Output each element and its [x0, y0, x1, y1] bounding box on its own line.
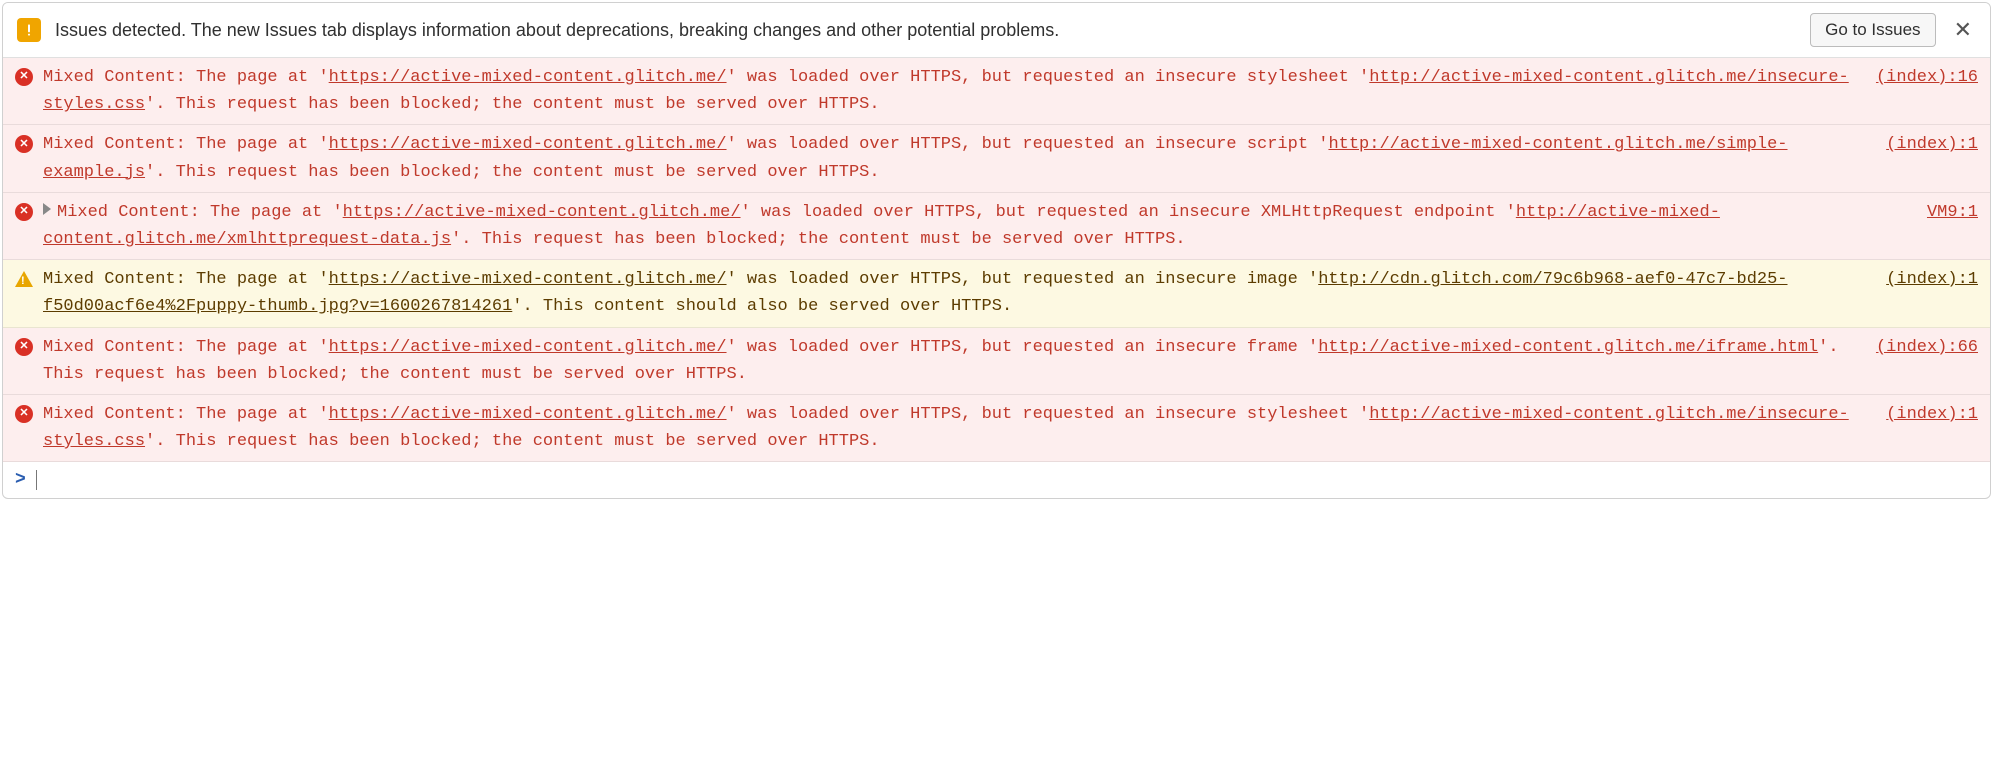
log-text: Mixed Content: The page at '	[43, 338, 329, 357]
log-message: Mixed Content: The page at 'https://acti…	[43, 266, 1866, 320]
console-log-row[interactable]: Mixed Content: The page at 'https://acti…	[3, 58, 1990, 125]
log-text: ' was loaded over HTTPS, but requested a…	[727, 405, 1370, 424]
log-message: Mixed Content: The page at 'https://acti…	[43, 131, 1866, 185]
error-icon	[15, 338, 33, 356]
issues-banner-text: Issues detected. The new Issues tab disp…	[55, 20, 1796, 41]
log-text: '. This request has been blocked; the co…	[145, 163, 880, 182]
log-text: Mixed Content: The page at '	[43, 270, 329, 289]
console-prompt[interactable]: >	[3, 462, 1990, 498]
close-banner-button[interactable]: ✕	[1950, 19, 1976, 41]
log-text: '. This request has been blocked; the co…	[145, 95, 880, 114]
issues-banner: Issues detected. The new Issues tab disp…	[3, 3, 1990, 58]
log-url[interactable]: https://active-mixed-content.glitch.me/	[343, 203, 741, 222]
log-url[interactable]: http://active-mixed-content.glitch.me/if…	[1318, 338, 1818, 357]
error-icon	[15, 68, 33, 86]
error-icon	[15, 405, 33, 423]
log-url[interactable]: https://active-mixed-content.glitch.me/	[329, 405, 727, 424]
go-to-issues-button[interactable]: Go to Issues	[1810, 13, 1935, 47]
log-url[interactable]: https://active-mixed-content.glitch.me/	[329, 270, 727, 289]
log-text: ' was loaded over HTTPS, but requested a…	[727, 68, 1370, 87]
log-text: Mixed Content: The page at '	[57, 203, 343, 222]
log-text: Mixed Content: The page at '	[43, 405, 329, 424]
log-text: '. This request has been blocked; the co…	[451, 230, 1186, 249]
log-text: '. This request has been blocked; the co…	[145, 432, 880, 451]
log-message: Mixed Content: The page at 'https://acti…	[43, 64, 1856, 118]
prompt-caret-icon: >	[15, 470, 26, 490]
log-text: ' was loaded over HTTPS, but requested a…	[741, 203, 1516, 222]
log-message: Mixed Content: The page at 'https://acti…	[43, 199, 1907, 253]
prompt-cursor	[36, 470, 37, 490]
log-url[interactable]: https://active-mixed-content.glitch.me/	[329, 68, 727, 87]
log-text: '. This content should also be served ov…	[512, 297, 1012, 316]
error-icon	[15, 135, 33, 153]
log-source-link[interactable]: (index):16	[1876, 64, 1978, 91]
log-source-link[interactable]: (index):1	[1886, 401, 1978, 428]
console-log-row[interactable]: Mixed Content: The page at 'https://acti…	[3, 395, 1990, 462]
error-icon	[15, 203, 33, 221]
log-source-link[interactable]: (index):1	[1886, 266, 1978, 293]
console-log-row[interactable]: Mixed Content: The page at 'https://acti…	[3, 125, 1990, 192]
log-url[interactable]: https://active-mixed-content.glitch.me/	[329, 338, 727, 357]
log-text: Mixed Content: The page at '	[43, 135, 329, 154]
console-log-row[interactable]: Mixed Content: The page at 'https://acti…	[3, 193, 1990, 260]
log-text: ' was loaded over HTTPS, but requested a…	[727, 135, 1329, 154]
issues-banner-icon	[17, 18, 41, 42]
console-log-list: Mixed Content: The page at 'https://acti…	[3, 58, 1990, 462]
log-message: Mixed Content: The page at 'https://acti…	[43, 401, 1866, 455]
log-source-link[interactable]: (index):1	[1886, 131, 1978, 158]
log-source-link[interactable]: VM9:1	[1927, 199, 1978, 226]
log-text: ' was loaded over HTTPS, but requested a…	[727, 270, 1319, 289]
expand-triangle-icon[interactable]	[43, 203, 51, 215]
console-panel: Issues detected. The new Issues tab disp…	[2, 2, 1991, 499]
log-message: Mixed Content: The page at 'https://acti…	[43, 334, 1856, 388]
console-log-row[interactable]: Mixed Content: The page at 'https://acti…	[3, 328, 1990, 395]
log-url[interactable]: https://active-mixed-content.glitch.me/	[329, 135, 727, 154]
warning-icon	[15, 271, 33, 287]
log-source-link[interactable]: (index):66	[1876, 334, 1978, 361]
console-log-row[interactable]: Mixed Content: The page at 'https://acti…	[3, 260, 1990, 327]
log-text: ' was loaded over HTTPS, but requested a…	[727, 338, 1319, 357]
log-text: Mixed Content: The page at '	[43, 68, 329, 87]
